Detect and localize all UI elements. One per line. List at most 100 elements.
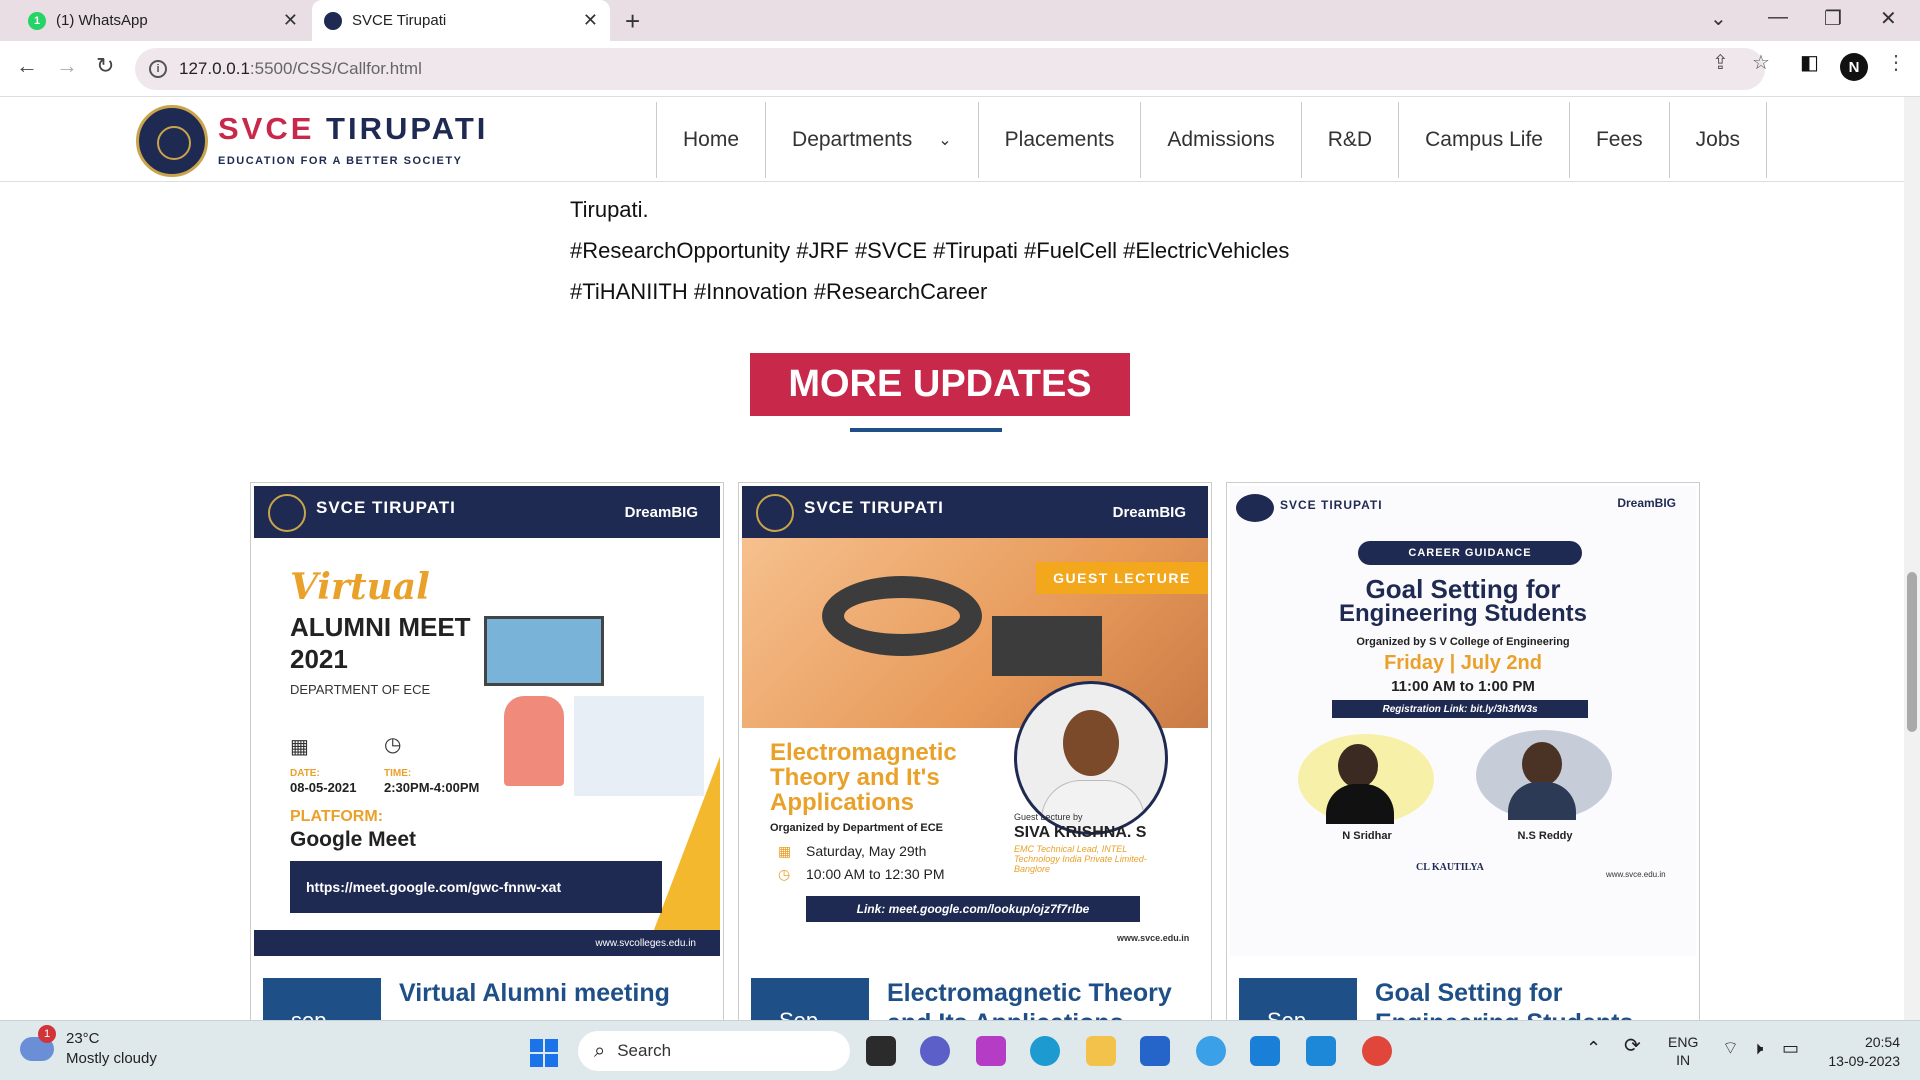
coil-shape-illustration xyxy=(992,616,1102,676)
chevron-down-icon: ⌄ xyxy=(938,132,952,149)
calendar-icon: ▦ xyxy=(290,736,309,758)
back-icon[interactable]: ← xyxy=(16,53,38,79)
nav-jobs[interactable]: Jobs xyxy=(1670,102,1768,178)
language-indicator[interactable]: ENG IN xyxy=(1668,1033,1698,1069)
nav-placements[interactable]: Placements xyxy=(979,102,1142,178)
weather-desc: Mostly cloudy xyxy=(66,1050,157,1067)
help-icon[interactable] xyxy=(1196,1036,1226,1066)
poster-brand: SVCE TIRUPATI xyxy=(316,498,456,517)
battery-icon[interactable]: ▭ xyxy=(1782,1039,1799,1057)
card-date-badge: Sep xyxy=(1239,978,1357,1021)
card-title[interactable]: Virtual Alumni meeting xyxy=(399,978,709,1008)
nav-departments[interactable]: Departments ⌄ xyxy=(766,102,979,178)
update-card[interactable]: SVCE TIRUPATI DreamBIG CAREER GUIDANCE G… xyxy=(1226,482,1700,1022)
weather-widget[interactable]: 1 23°C Mostly cloudy xyxy=(20,1025,157,1069)
post-hashtags-line: #TiHANIITH #Innovation #ResearchCareer xyxy=(570,279,988,304)
svce-favicon-icon xyxy=(324,11,342,30)
more-updates-button[interactable]: MORE UPDATES xyxy=(750,353,1130,416)
desk-illustration xyxy=(574,696,704,796)
update-card[interactable]: SVCE TIRUPATI DreamBIG Virtual ALUMNI ME… xyxy=(250,482,724,1022)
bookmark-star-icon[interactable]: ☆ xyxy=(1752,50,1770,75)
meeting-link: https://meet.google.com/gwc-fnnw-xat xyxy=(290,861,662,913)
url-path: :5500/CSS/Callfor.html xyxy=(249,59,422,78)
remote-app-icon[interactable] xyxy=(1250,1036,1280,1066)
mute-icon[interactable]: 🕨 xyxy=(1752,1039,1763,1057)
profile-avatar[interactable]: N xyxy=(1840,53,1868,81)
menu-icon[interactable]: ⋮ xyxy=(1886,50,1906,75)
share-icon[interactable]: ⇪ xyxy=(1712,50,1729,75)
nav-admissions[interactable]: Admissions xyxy=(1141,102,1302,178)
heading-underline xyxy=(850,428,1002,432)
goal-heading-2: Engineering Students xyxy=(1338,600,1587,627)
college-seal-logo xyxy=(756,494,794,532)
college-seal-logo[interactable] xyxy=(136,105,208,177)
speaker2-name: N.S Reddy xyxy=(1517,830,1573,842)
tab-whatsapp[interactable]: 1 (1) WhatsApp ✕ xyxy=(10,0,310,41)
edge-icon[interactable] xyxy=(1030,1036,1060,1066)
site-header: SVCE TIRUPATI EDUCATION FOR A BETTER SOC… xyxy=(0,97,1904,182)
side-panel-icon[interactable]: ◧ xyxy=(1800,50,1819,75)
main-nav: Home Departments ⌄ Placements Admissions… xyxy=(656,102,1768,178)
nav-fees[interactable]: Fees xyxy=(1570,102,1670,178)
clock[interactable]: 20:54 13-09-2023 xyxy=(1818,1033,1900,1071)
platform-label: PLATFORM: xyxy=(290,808,384,825)
post-text-line: Tirupati. xyxy=(570,197,649,222)
wifi-icon[interactable]: ⌔ xyxy=(1722,1039,1739,1057)
restore-icon[interactable]: ❐ xyxy=(1824,6,1842,31)
search-icon: ⌕ xyxy=(594,1039,606,1062)
teams-chat-icon[interactable] xyxy=(920,1036,950,1066)
minimize-icon[interactable]: — xyxy=(1768,6,1788,29)
tab-search-icon[interactable]: ⌄ xyxy=(1710,6,1727,31)
person-illustration xyxy=(504,696,564,786)
dreambig-logo: DreamBIG xyxy=(624,504,698,521)
brand-name[interactable]: SVCE TIRUPATI xyxy=(218,111,488,147)
poster-footer-site: www.svce.edu.in xyxy=(1606,870,1666,879)
sync-icon[interactable]: ⟳ xyxy=(1624,1036,1641,1056)
chrome-icon[interactable] xyxy=(1362,1036,1392,1066)
address-bar[interactable]: i 127.0.0.1:5500/CSS/Callfor.html xyxy=(135,48,1765,90)
guest-label: Guest Lecture by xyxy=(1014,812,1083,822)
nav-rnd[interactable]: R&D xyxy=(1302,102,1400,178)
poster-year: 2021 xyxy=(290,644,348,674)
close-icon[interactable]: ✕ xyxy=(583,10,598,31)
post-hashtags-line: #ResearchOpportunity #JRF #SVCE #Tirupat… xyxy=(570,238,1290,263)
task-view-icon[interactable] xyxy=(866,1036,896,1066)
new-tab-button[interactable]: + xyxy=(625,6,640,37)
card-date-badge: sep xyxy=(263,978,381,1021)
notification-badge: 1 xyxy=(38,1025,56,1043)
tab-title: (1) WhatsApp xyxy=(56,12,148,29)
nav-campus-life[interactable]: Campus Life xyxy=(1399,102,1570,178)
card-title[interactable]: Electromagnetic Theory and Its Applicati… xyxy=(887,978,1197,1021)
calendar-icon: ▦ xyxy=(778,843,792,859)
lecture-tag: GUEST LECTURE xyxy=(1036,562,1208,594)
event-date: 08-05-2021 xyxy=(290,780,357,795)
goal-time: 11:00 AM to 1:00 PM xyxy=(1391,678,1535,695)
forward-icon[interactable]: → xyxy=(56,53,78,79)
close-icon[interactable]: ✕ xyxy=(283,10,298,31)
store-icon[interactable] xyxy=(1140,1036,1170,1066)
speaker2-photo xyxy=(1476,730,1612,820)
windows-taskbar: 1 23°C Mostly cloudy ⌕ Search ⌃ ⟳ ENG IN… xyxy=(0,1020,1920,1080)
url-host: 127.0.0.1 xyxy=(179,59,250,78)
start-button[interactable] xyxy=(530,1039,558,1067)
card-title[interactable]: Goal Setting for Engineering Students xyxy=(1375,978,1685,1021)
event-poster: SVCE TIRUPATI DreamBIG Virtual ALUMNI ME… xyxy=(254,486,720,956)
reload-icon[interactable]: ↻ xyxy=(96,53,114,79)
speaker1-photo xyxy=(1298,734,1434,824)
site-info-icon[interactable]: i xyxy=(149,60,167,78)
nav-home[interactable]: Home xyxy=(657,102,767,178)
career-tag: CAREER GUIDANCE xyxy=(1358,541,1582,565)
poster-dept: DEPARTMENT OF ECE xyxy=(290,682,431,697)
card-date-badge: Sep xyxy=(751,978,869,1021)
app-icon[interactable] xyxy=(976,1036,1006,1066)
file-explorer-icon[interactable] xyxy=(1086,1036,1116,1066)
update-card[interactable]: SVCE TIRUPATI DreamBIG GUEST LECTURE Ele… xyxy=(738,482,1212,1022)
window-close-icon[interactable]: ✕ xyxy=(1880,6,1897,31)
scrollbar-thumb[interactable] xyxy=(1907,572,1917,732)
taskbar-search[interactable]: ⌕ Search xyxy=(578,1031,850,1071)
tab-svce[interactable]: SVCE Tirupati ✕ xyxy=(312,0,610,41)
search-label: Search xyxy=(617,1041,672,1060)
page-scrollbar[interactable] xyxy=(1904,97,1920,1020)
vscode-icon[interactable] xyxy=(1306,1036,1336,1066)
chevron-up-icon[interactable]: ⌃ xyxy=(1586,1039,1601,1057)
